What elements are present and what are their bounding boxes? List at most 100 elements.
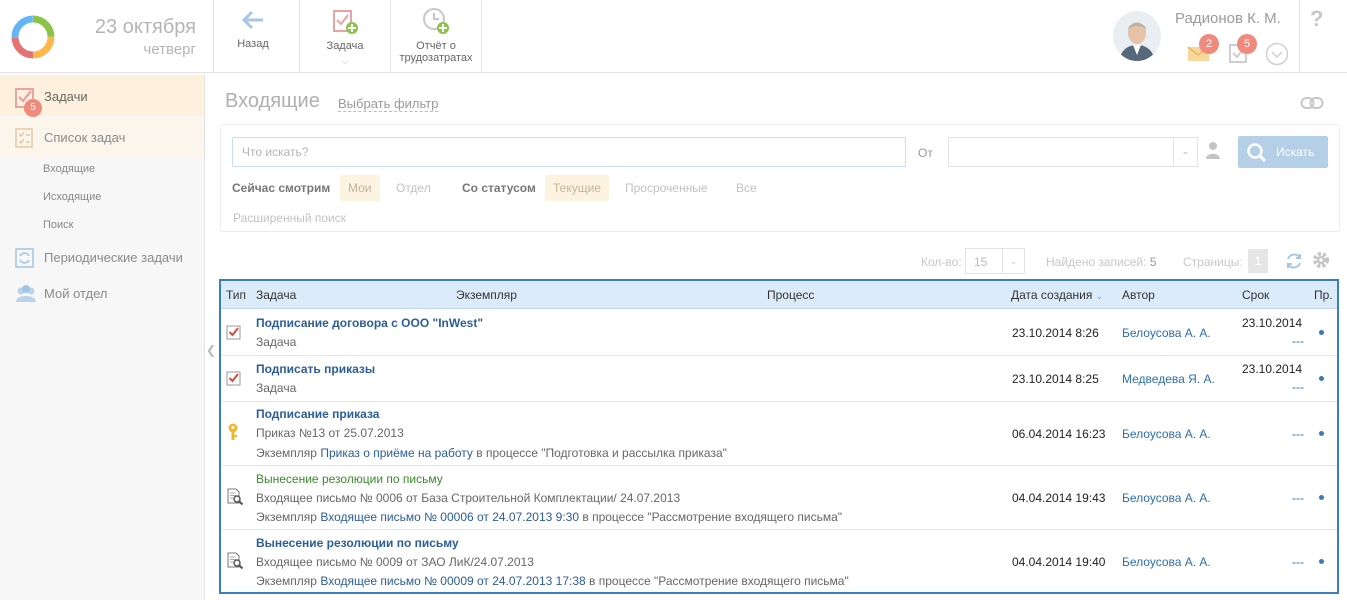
task-title[interactable]: Подписание приказа — [256, 407, 379, 421]
column-priority[interactable]: Пр. — [1314, 288, 1333, 302]
column-process[interactable]: Процесс — [767, 288, 814, 302]
magnifier-icon — [1247, 143, 1267, 163]
process-text: в процессе "Рассмотрение входящего письм… — [582, 510, 843, 524]
author-link[interactable]: Белоусова А. А. — [1122, 555, 1211, 569]
arrow-left-icon — [241, 10, 263, 30]
status-option-overdue[interactable]: Просроченные — [617, 175, 716, 201]
found-label: Найдено записей: — [1046, 255, 1147, 269]
search-input[interactable] — [232, 137, 906, 167]
sidebar-sub-incoming[interactable]: Входящие — [43, 163, 95, 175]
divider — [390, 0, 391, 72]
document-ref: Приказ №13 от 25.07.2013 — [256, 426, 404, 440]
task-check-icon — [226, 371, 241, 386]
table-row[interactable]: Подписать приказы Задача 23.10.2014 8:25… — [221, 356, 1337, 402]
list-check-icon — [15, 128, 33, 148]
avatar[interactable] — [1113, 11, 1161, 61]
author-link[interactable]: Белоусова А. А. — [1122, 491, 1211, 505]
task-title[interactable]: Вынесение резолюции по письму — [256, 472, 443, 486]
instance-link[interactable]: Приказ о приёме на работу — [320, 446, 473, 460]
sidebar: 5 Задачи Список задач Входящие Исходящие… — [0, 74, 205, 600]
instance-link[interactable]: Входящее письмо № 00009 от 24.07.2013 17… — [320, 574, 585, 588]
instance-link[interactable]: Входящее письмо № 00006 от 24.07.2013 9:… — [320, 510, 579, 524]
task-label: Задача — [326, 40, 364, 52]
task-check-icon — [226, 325, 241, 340]
filter-option-department[interactable]: Отдел — [388, 175, 439, 201]
app-logo-icon[interactable] — [8, 12, 58, 62]
count-select[interactable]: 15 ⌄ — [965, 248, 1025, 274]
link-icon[interactable] — [1300, 96, 1324, 110]
document-ref: Входящее письмо № 0006 от База Строитель… — [256, 491, 681, 505]
user-name[interactable]: Радионов К. М. — [1175, 10, 1281, 27]
status-label: Со статусом — [462, 181, 536, 195]
time-report-button[interactable]: Отчёт о трудозатратах — [393, 6, 479, 64]
sidebar-collapse-icon[interactable]: ❮ — [206, 343, 216, 357]
column-task[interactable]: Задача — [256, 288, 296, 302]
process-text: в процессе "Рассмотрение входящего письм… — [589, 574, 849, 588]
instance-line: Экземпляр Приказ о приёме на работу в пр… — [256, 446, 727, 460]
sidebar-item-label: Задачи — [44, 89, 88, 104]
divider — [299, 0, 300, 72]
page-number[interactable]: 1 — [1248, 249, 1268, 273]
table-row[interactable]: Подписание договора с ООО "InWest" Задач… — [221, 310, 1337, 356]
count-label: Кол-во: — [921, 255, 962, 269]
report-label-2: трудозатратах — [399, 52, 473, 64]
refresh-icon[interactable] — [1283, 250, 1305, 272]
chevron-down-circle-icon[interactable] — [1265, 42, 1289, 66]
sidebar-item-periodic[interactable]: Периодические задачи — [0, 237, 204, 277]
new-task-button[interactable]: Задача ⌵ — [316, 6, 374, 67]
count-value: 15 — [974, 255, 988, 269]
instance-line: Экземпляр Входящее письмо № 00006 от 24.… — [256, 510, 842, 524]
current-date: 23 октября четверг — [70, 14, 196, 60]
divider — [213, 0, 214, 72]
clock-add-icon — [423, 8, 449, 34]
deadline-dash: --- — [1292, 334, 1304, 348]
choose-filter-link[interactable]: Выбрать фильтр — [338, 96, 439, 112]
sidebar-item-tasks[interactable]: 5 Задачи — [0, 76, 204, 117]
column-type[interactable]: Тип — [226, 288, 246, 302]
settings-gear-icon[interactable] — [1311, 250, 1331, 270]
table-row[interactable]: Подписание приказа Приказ №13 от 25.07.2… — [221, 402, 1337, 466]
sort-desc-icon: ⌄ — [1095, 291, 1104, 301]
search-button[interactable]: Искать — [1238, 136, 1328, 168]
sidebar-sub-search[interactable]: Поиск — [43, 219, 73, 231]
column-instance[interactable]: Экземпляр — [456, 288, 517, 302]
table-header: Тип Задача Экземпляр Процесс Дата создан… — [221, 281, 1337, 309]
task-type: Задача — [256, 381, 297, 395]
person-icon[interactable] — [1205, 141, 1221, 159]
column-deadline[interactable]: Срок — [1242, 288, 1269, 302]
deadline-dash: --- — [1292, 380, 1304, 394]
chevron-down-icon: ⌄ — [1002, 249, 1024, 273]
task-title[interactable]: Вынесение резолюции по письму — [256, 536, 459, 550]
filter-option-mine[interactable]: Мои — [340, 175, 380, 201]
chevron-down-icon[interactable]: ⌄ — [1173, 138, 1197, 166]
sidebar-item-department[interactable]: Мой отдел — [0, 273, 204, 313]
task-title[interactable]: Подписать приказы — [256, 362, 375, 376]
column-created[interactable]: Дата создания ⌄ — [1011, 288, 1103, 302]
help-icon[interactable]: ? — [1310, 6, 1323, 32]
author-link[interactable]: Белоусова А. А. — [1122, 427, 1211, 441]
sidebar-item-label: Периодические задачи — [44, 250, 183, 265]
now-viewing-label: Сейчас смотрим — [232, 181, 331, 195]
sidebar-item-task-list[interactable]: Список задач — [0, 117, 204, 157]
priority-dot — [1319, 431, 1324, 436]
advanced-search-link[interactable]: Расширенный поиск — [233, 211, 346, 225]
from-select[interactable]: ⌄ — [948, 137, 1198, 167]
deadline-date: 23.10.2014 — [1242, 316, 1303, 330]
table-row[interactable]: Вынесение резолюции по письму Входящее п… — [221, 466, 1337, 530]
top-bar: 23 октября четверг Назад Задача ⌵ Отчёт … — [0, 0, 1347, 73]
back-button[interactable]: Назад — [226, 6, 280, 50]
back-label: Назад — [237, 38, 269, 50]
author-link[interactable]: Медведева Я. А. — [1122, 372, 1215, 386]
task-title[interactable]: Подписание договора с ООО "InWest" — [256, 316, 483, 330]
priority-dot — [1319, 330, 1324, 335]
created-date: 04.04.2014 19:43 — [1012, 491, 1106, 505]
column-author[interactable]: Автор — [1122, 288, 1155, 302]
status-option-all[interactable]: Все — [728, 175, 765, 201]
author-link[interactable]: Белоусова А. А. — [1122, 326, 1211, 340]
sidebar-sub-outgoing[interactable]: Исходящие — [43, 191, 101, 203]
deadline-dash: --- — [1292, 491, 1304, 505]
table-row[interactable]: Вынесение резолюции по письму Входящее п… — [221, 530, 1337, 593]
instance-line: Экземпляр Входящее письмо № 00009 от 24.… — [256, 574, 849, 588]
search-button-label: Искать — [1276, 145, 1315, 159]
status-option-current[interactable]: Текущие — [545, 175, 609, 201]
